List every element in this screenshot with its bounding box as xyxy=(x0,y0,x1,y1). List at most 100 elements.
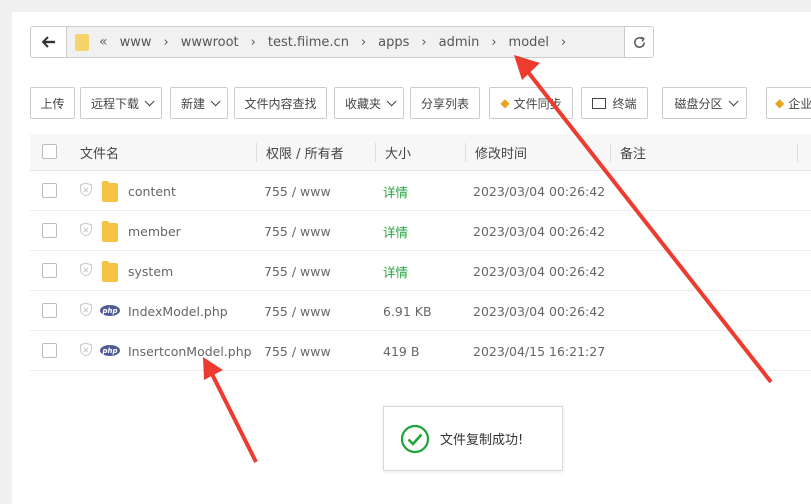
check-circle-icon xyxy=(400,424,430,453)
chevron-down-icon xyxy=(728,95,739,106)
favorites-button[interactable]: 收藏夹 xyxy=(334,87,404,119)
upload-label: 上传 xyxy=(40,96,65,111)
shield-icon[interactable] xyxy=(79,222,93,237)
select-all-checkbox[interactable] xyxy=(42,144,57,159)
header-note[interactable]: 备注 xyxy=(620,134,646,171)
disk-partition-label: 磁盘分区 xyxy=(674,96,723,111)
diamond-icon: ◆ xyxy=(775,96,785,110)
chevron-right-icon[interactable]: › xyxy=(251,35,256,50)
php-file-icon: php xyxy=(100,345,120,356)
table-row[interactable]: php InsertconModel.php 755 / www 419 B 2… xyxy=(30,331,811,371)
chevron-down-icon xyxy=(210,95,221,106)
file-mtime: 2023/04/15 16:21:27 xyxy=(473,343,606,359)
chevron-down-icon xyxy=(144,95,155,106)
breadcrumb-domain[interactable]: test.fiime.cn xyxy=(268,35,349,50)
header-mtime[interactable]: 修改时间 xyxy=(475,134,527,171)
file-permission[interactable]: 755 / www xyxy=(264,171,331,211)
header-permission[interactable]: 权限 / 所有者 xyxy=(266,134,344,171)
file-name[interactable]: IndexModel.php xyxy=(128,291,228,331)
path-bar: « www › wwwroot › test.fiime.cn › apps ›… xyxy=(30,26,654,58)
toast-message: 文件复制成功! xyxy=(440,433,524,448)
table-row[interactable]: content 755 / www 详情 2023/03/04 00:26:42 xyxy=(30,171,811,211)
file-size-detail[interactable]: 详情 xyxy=(383,211,408,251)
file-size: 6.91 KB xyxy=(383,303,432,319)
file-mtime: 2023/03/04 00:26:42 xyxy=(473,263,606,279)
share-list-label: 分享列表 xyxy=(420,96,469,111)
file-mtime: 2023/03/04 00:26:42 xyxy=(473,183,606,199)
folder-icon xyxy=(102,261,118,282)
shield-icon[interactable] xyxy=(79,182,93,197)
chevron-double-left-icon[interactable]: « xyxy=(99,34,108,50)
row-checkbox[interactable] xyxy=(42,183,57,198)
toolbar: 上传 远程下载 新建 文件内容查找 收藏夹 分享列表 ◆ 文件同步 终端 磁盘分区… xyxy=(30,87,811,119)
file-name[interactable]: system xyxy=(128,251,173,291)
chevron-right-icon[interactable]: › xyxy=(561,35,566,50)
new-label: 新建 xyxy=(180,96,205,111)
folder-icon xyxy=(75,33,89,51)
disk-partition-button[interactable]: 磁盘分区 xyxy=(662,87,747,119)
file-permission[interactable]: 755 / www xyxy=(264,251,331,291)
terminal-button[interactable]: 终端 xyxy=(581,87,648,119)
breadcrumb-apps[interactable]: apps xyxy=(378,35,409,50)
file-mtime: 2023/03/04 00:26:42 xyxy=(473,303,606,319)
table-row[interactable]: php IndexModel.php 755 / www 6.91 KB 202… xyxy=(30,291,811,331)
column-divider[interactable] xyxy=(610,143,611,162)
row-checkbox[interactable] xyxy=(42,303,57,318)
refresh-icon xyxy=(633,36,645,48)
shield-icon[interactable] xyxy=(79,302,93,317)
file-mtime: 2023/03/04 00:26:42 xyxy=(473,223,606,239)
file-size-detail[interactable]: 详情 xyxy=(383,171,408,211)
breadcrumb-wwwroot[interactable]: wwwroot xyxy=(181,35,239,50)
file-name[interactable]: member xyxy=(128,211,181,251)
file-name[interactable]: InsertconModel.php xyxy=(128,331,252,371)
column-divider[interactable] xyxy=(465,143,466,162)
column-divider[interactable] xyxy=(797,143,798,162)
file-permission[interactable]: 755 / www xyxy=(264,331,331,371)
table-header: 文件名 权限 / 所有者 大小 修改时间 备注 xyxy=(30,134,811,171)
row-checkbox[interactable] xyxy=(42,263,57,278)
chevron-right-icon[interactable]: › xyxy=(491,35,496,50)
folder-icon xyxy=(102,221,118,242)
back-button[interactable] xyxy=(30,26,67,58)
column-divider[interactable] xyxy=(256,143,257,162)
file-size: 419 B xyxy=(383,343,420,359)
file-sync-button[interactable]: ◆ 文件同步 xyxy=(489,87,573,119)
shield-icon[interactable] xyxy=(79,342,93,357)
content-search-label: 文件内容查找 xyxy=(244,96,317,111)
refresh-button[interactable] xyxy=(624,26,654,58)
chevron-right-icon[interactable]: › xyxy=(361,35,366,50)
file-name[interactable]: content xyxy=(128,171,176,211)
new-button[interactable]: 新建 xyxy=(170,87,228,119)
remote-download-button[interactable]: 远程下载 xyxy=(80,87,162,119)
diamond-icon: ◆ xyxy=(500,96,510,110)
breadcrumb-model[interactable]: model xyxy=(509,35,549,50)
breadcrumb: « www › wwwroot › test.fiime.cn › apps ›… xyxy=(67,26,624,58)
enterprise-button[interactable]: ◆ 企业 xyxy=(766,87,811,119)
chevron-right-icon[interactable]: › xyxy=(421,35,426,50)
remote-download-label: 远程下载 xyxy=(90,96,139,111)
row-checkbox[interactable] xyxy=(42,223,57,238)
table-row[interactable]: member 755 / www 详情 2023/03/04 00:26:42 xyxy=(30,211,811,251)
chevron-right-icon[interactable]: › xyxy=(163,35,168,50)
breadcrumb-admin[interactable]: admin xyxy=(439,35,480,50)
arrow-left-icon xyxy=(41,36,55,48)
share-list-button[interactable]: 分享列表 xyxy=(410,87,480,119)
header-size[interactable]: 大小 xyxy=(385,134,411,171)
file-permission[interactable]: 755 / www xyxy=(264,211,331,251)
breadcrumb-www[interactable]: www xyxy=(120,35,152,50)
file-sync-label: 文件同步 xyxy=(513,96,562,111)
shield-icon[interactable] xyxy=(79,262,93,277)
enterprise-label: 企业 xyxy=(788,96,811,111)
header-filename[interactable]: 文件名 xyxy=(80,134,119,171)
content-search-button[interactable]: 文件内容查找 xyxy=(234,87,327,119)
column-divider[interactable] xyxy=(375,143,376,162)
php-file-icon: php xyxy=(100,305,120,316)
table-row[interactable]: system 755 / www 详情 2023/03/04 00:26:42 xyxy=(30,251,811,291)
success-toast: 文件复制成功! xyxy=(383,406,563,471)
upload-button[interactable]: 上传 xyxy=(30,87,75,119)
favorites-label: 收藏夹 xyxy=(344,96,381,111)
row-checkbox[interactable] xyxy=(42,343,57,358)
file-size-detail[interactable]: 详情 xyxy=(383,251,408,291)
file-permission[interactable]: 755 / www xyxy=(264,291,331,331)
chevron-down-icon xyxy=(386,95,397,106)
